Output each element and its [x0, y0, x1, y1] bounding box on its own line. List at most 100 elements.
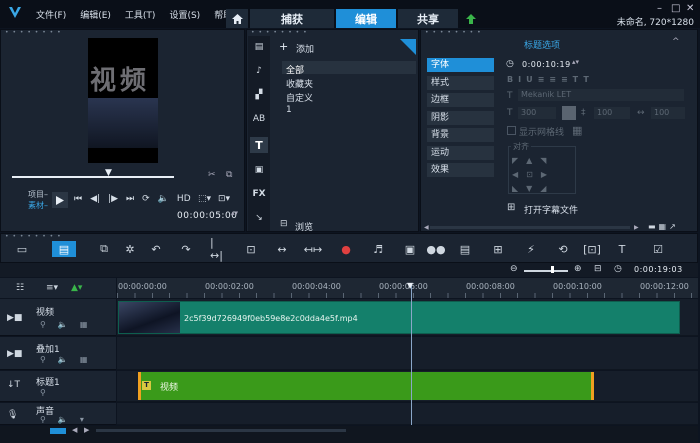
open-subtitle-button[interactable]: 打开字幕文件	[524, 203, 578, 216]
fit-screen-icon[interactable]: [⊡]	[583, 241, 601, 257]
ab-icon[interactable]: AB	[251, 112, 267, 126]
next-frame-icon[interactable]: |▶	[108, 194, 118, 204]
speed-icon[interactable]: ⚡	[523, 241, 539, 257]
graphics-icon[interactable]: ▣	[251, 163, 267, 177]
timeline-view-icon[interactable]: ▤	[52, 241, 76, 257]
options-scrollbar[interactable]	[430, 226, 630, 229]
minimize-icon[interactable]: –	[657, 3, 662, 14]
split-screen-icon[interactable]: ⊞	[490, 241, 506, 257]
media-icon[interactable]: ▤	[251, 40, 267, 54]
timeline-scroll-right[interactable]: ▶	[84, 426, 89, 434]
mode-clip[interactable]: 素材–	[28, 200, 48, 211]
aspect-ratio-icon[interactable]: ⬚▾	[198, 194, 211, 204]
options-tab-font[interactable]: 字体	[427, 58, 494, 72]
title-clip[interactable]	[138, 372, 594, 400]
options-tab-effect[interactable]: 效果	[427, 163, 494, 177]
track-row-overlay[interactable]	[117, 337, 698, 370]
align-grid-icons[interactable]: ◤▲◥ ◀⊡▶ ◣▼◢	[512, 154, 555, 196]
menu-edit[interactable]: 编辑(E)	[80, 8, 111, 21]
repeat-icon[interactable]: ⟳	[142, 194, 150, 204]
menu-tools[interactable]: 工具(T)	[125, 8, 156, 21]
track-controls-voice[interactable]: ⚲🔈▾	[40, 415, 96, 424]
tab-capture[interactable]: 捕获	[250, 9, 334, 28]
redo-icon[interactable]: ↷	[178, 241, 194, 257]
letter-spacing-input[interactable]: 100	[651, 107, 685, 119]
timecode-stepper[interactable]: ▴▾	[231, 209, 238, 217]
text-track-icon[interactable]: T	[614, 241, 630, 257]
playhead-line[interactable]	[411, 283, 412, 425]
tools-icon[interactable]: ✲	[122, 241, 138, 257]
volume-icon[interactable]: 🔈	[158, 194, 169, 204]
checkmark-icon[interactable]: ☑	[650, 241, 666, 257]
options-timecode[interactable]: 0:00:10:19	[522, 60, 571, 69]
subtitle-editor-icon[interactable]: ▣	[402, 241, 418, 257]
library-item-1[interactable]: 1	[286, 105, 292, 115]
options-scroll-left[interactable]: ◀	[424, 224, 429, 231]
auto-music-icon[interactable]: ↤↦	[304, 241, 322, 257]
zoom-slider-handle[interactable]	[551, 266, 554, 273]
split-icon[interactable]: ⧉	[226, 170, 232, 180]
fx-icon[interactable]: FX	[251, 187, 267, 201]
timeline-scroll-left[interactable]: ◀	[72, 426, 77, 434]
mode-project[interactable]: 项目–	[28, 189, 48, 200]
play-button[interactable]	[52, 192, 68, 208]
fit-icon[interactable]: |↔|	[210, 236, 226, 262]
preview-timecode[interactable]: 00:00:05:00	[177, 211, 237, 221]
maximize-icon[interactable]: □	[671, 3, 680, 14]
grid-checkbox[interactable]	[507, 126, 516, 135]
zoom-slider[interactable]	[524, 270, 568, 272]
multi-trim-icon[interactable]: ⧉	[96, 241, 112, 257]
playhead-marker-icon[interactable]: ▼	[407, 281, 413, 290]
undo-icon[interactable]: ↶	[148, 241, 164, 257]
preview-screen[interactable]: 视频	[88, 38, 158, 163]
browse-icon[interactable]: ⊟	[280, 219, 288, 229]
prev-frame-icon[interactable]: ◀|	[90, 194, 100, 204]
browse-button[interactable]: 浏览	[295, 220, 313, 233]
track-controls-video[interactable]: ⚲🔈▦	[40, 320, 99, 329]
grid-settings-icon[interactable]: ▦	[572, 124, 582, 137]
add-cue-icon[interactable]: ▲▾	[71, 283, 82, 293]
motion-tracking-icon[interactable]: ●	[338, 241, 354, 257]
path-icon[interactable]: ↘	[251, 211, 267, 225]
zoom-in-icon[interactable]: ⊕	[574, 264, 582, 274]
track-row-voice[interactable]	[117, 403, 698, 425]
fit-project-icon[interactable]: ⊟	[594, 264, 602, 274]
home-icon[interactable]	[226, 9, 248, 28]
library-item-all[interactable]: 全部	[286, 63, 304, 76]
options-tab-style[interactable]: 样式	[427, 76, 494, 90]
mask-creator-icon[interactable]: ●●	[426, 241, 445, 257]
menu-settings[interactable]: 设置(S)	[169, 8, 200, 21]
library-item-favorites[interactable]: 收藏夹	[286, 77, 313, 90]
options-tab-motion[interactable]: 运动	[427, 146, 494, 160]
options-tab-shadow[interactable]: 阴影	[427, 111, 494, 125]
options-scroll-right[interactable]: ▶	[634, 224, 639, 231]
sound-mixer-icon[interactable]: ↔	[274, 241, 290, 257]
options-timecode-stepper[interactable]: ▴▾	[572, 58, 579, 66]
home-start-icon[interactable]: ⏮	[74, 194, 82, 204]
tab-edit[interactable]: 编辑	[336, 9, 396, 28]
multicam-icon[interactable]: ▤	[457, 241, 473, 257]
end-icon[interactable]: ⏭	[126, 194, 134, 204]
collapse-icon[interactable]: ^	[672, 37, 680, 47]
trim-marker-icon[interactable]: ✂	[208, 170, 216, 180]
options-view-icons[interactable]: ▬▦↗	[648, 222, 679, 231]
transition-icon[interactable]: ▞	[251, 88, 267, 102]
add-icon[interactable]: +	[279, 40, 288, 53]
track-manager-icon[interactable]: ☷	[16, 283, 24, 293]
close-icon[interactable]: ✕	[686, 3, 694, 14]
text-style-buttons[interactable]: BIU≡≡≡TT	[507, 75, 594, 84]
title-icon[interactable]: T	[250, 137, 268, 153]
font-color-swatch[interactable]	[562, 106, 576, 120]
record-icon[interactable]: ⊡	[243, 241, 259, 257]
line-spacing-input[interactable]: 100	[594, 107, 630, 119]
add-folder-button[interactable]: 添加	[296, 42, 314, 55]
track-link-title[interactable]: ⚲	[40, 388, 46, 397]
menu-file[interactable]: 文件(F)	[36, 8, 66, 21]
zoom-indicator[interactable]	[50, 428, 66, 434]
timeline-scrollbar[interactable]	[96, 429, 346, 432]
upload-arrow-icon[interactable]	[460, 9, 482, 28]
zoom-out-icon[interactable]: ⊖	[510, 264, 518, 274]
hd-icon[interactable]: HD	[177, 194, 191, 204]
audio-wave-icon[interactable]: ♬	[370, 241, 386, 257]
library-item-custom[interactable]: 自定义	[286, 91, 313, 104]
